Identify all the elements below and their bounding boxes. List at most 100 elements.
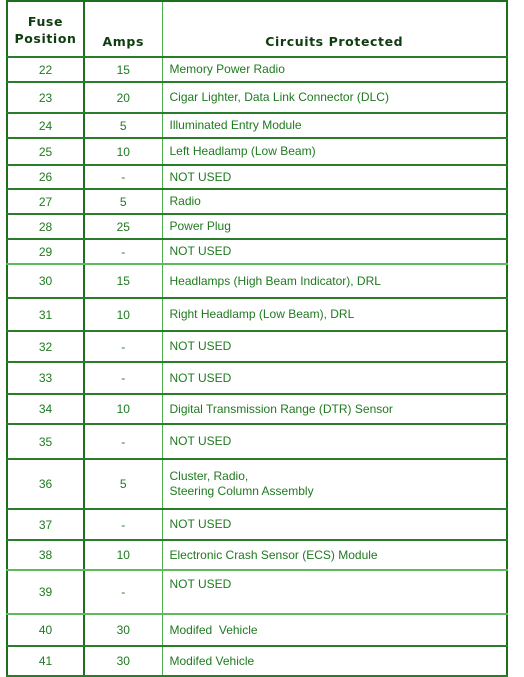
amps-cell: - [84, 165, 163, 190]
circuits-cell: Electronic Crash Sensor (ECS) Module [162, 540, 507, 571]
circuits-cell: NOT USED [162, 570, 507, 615]
fuse-row: 33- NOT USED [7, 362, 507, 395]
fuse-row: 41 30 Modifed Vehicle [7, 646, 507, 677]
header-position-label: Position [14, 31, 77, 46]
fuse-position-cell: 26 [7, 165, 85, 190]
circuit-line: Memory Power Radio [169, 62, 285, 76]
circuit-line: Cigar Lighter, Data Link Connector (DLC) [169, 90, 389, 104]
fuse-row: 24 5 Illuminated Entry Module [7, 113, 507, 139]
fuse-position-cell: 40 [7, 614, 85, 647]
fuse-position-cell: 37 [7, 509, 85, 541]
amps-cell: - [84, 509, 163, 541]
circuit-line: Digital Transmission Range (DTR) Sensor [169, 401, 393, 416]
circuits-cell: Modifed Vehicle [162, 646, 507, 677]
circuits-cell: Cluster, Radio, Steering Column Assembly [162, 459, 507, 510]
circuit-line: NOT USED [169, 370, 232, 385]
circuit-line: NOT USED [169, 517, 232, 531]
amps-cell: 15 [84, 264, 163, 299]
amps-cell: - [84, 239, 163, 265]
circuit-line: NOT USED [169, 434, 232, 448]
circuits-cell: Illuminated Entry Module [162, 113, 507, 139]
circuits-cell: Cigar Lighter, Data Link Connector (DLC) [162, 82, 507, 114]
fuse-row: 39- NOT USED [7, 570, 507, 615]
fuse-table: Fuse Position Amps Circuits Protected 22… [6, 0, 508, 677]
fuse-row: 40 30 Modifed Vehicle [7, 614, 507, 647]
circuits-cell: NOT USED [162, 331, 507, 363]
amps-cell: 10 [84, 394, 163, 425]
amps-cell: - [84, 570, 163, 615]
amps-cell: 25 [84, 214, 163, 240]
circuits-cell: NOT USED [162, 239, 507, 265]
amps-cell: 20 [84, 82, 163, 114]
amps-cell: 15 [84, 57, 163, 83]
fuse-position-cell: 38 [7, 540, 85, 571]
fuse-position-cell: 36 [7, 459, 85, 510]
circuit-line: Steering Column Assembly [169, 484, 314, 498]
circuits-cell: NOT USED [162, 362, 507, 395]
header-fuse-label: Fuse [27, 14, 64, 29]
fuse-position-cell: 39 [7, 570, 85, 615]
amps-cell: 5 [84, 189, 163, 215]
circuits-cell: NOT USED [162, 424, 507, 460]
fuse-position-cell: 23 [7, 82, 85, 114]
fuse-position-cell: 32 [7, 331, 85, 363]
fuse-position-cell: 41 [7, 646, 85, 677]
circuit-line: Power Plug [169, 219, 231, 233]
amps-cell: 30 [84, 646, 163, 677]
circuit-line: Left Headlamp (Low Beam) [169, 144, 316, 158]
fuse-position-cell: 27 [7, 189, 85, 215]
fuse-position-cell: 22 [7, 57, 85, 83]
circuits-cell: Modifed Vehicle [162, 614, 507, 647]
fuse-row: 27 5 Radio [7, 189, 507, 215]
circuit-line: Headlamps (High Beam Indicator), DRL [169, 273, 381, 288]
fuse-row: 22 15 Memory Power Radio [7, 57, 507, 83]
fuse-row: 28 25 Power Plug [7, 214, 507, 240]
circuits-cell: Left Headlamp (Low Beam) [162, 138, 507, 166]
header-fuse-position: Fuse Position [7, 1, 85, 58]
circuit-line: NOT USED [169, 339, 232, 353]
header-amps: Amps [84, 1, 163, 58]
amps-cell: - [84, 424, 163, 460]
fuse-row: 31 10 Right Headlamp (Low Beam), DRL [7, 298, 507, 332]
circuits-cell: Radio [162, 189, 507, 215]
amps-cell: - [84, 331, 163, 363]
fuse-position-cell: 29 [7, 239, 85, 265]
fuse-position-cell: 24 [7, 113, 85, 139]
circuits-cell: Right Headlamp (Low Beam), DRL [162, 298, 507, 332]
amps-cell: 30 [84, 614, 163, 647]
amps-cell: 10 [84, 298, 163, 332]
circuits-cell: NOT USED [162, 509, 507, 541]
circuits-cell: Digital Transmission Range (DTR) Sensor [162, 394, 507, 425]
header-circuits-protected: Circuits Protected [162, 1, 507, 58]
fuse-row: 35- NOT USED [7, 424, 507, 460]
circuit-line: Modifed Vehicle [169, 622, 258, 637]
circuit-line: Modifed Vehicle [169, 653, 255, 668]
fuse-position-cell: 35 [7, 424, 85, 460]
fuse-row: 37- NOT USED [7, 509, 507, 541]
circuit-line: NOT USED [169, 169, 232, 184]
circuit-line: Right Headlamp (Low Beam), DRL [169, 307, 355, 321]
amps-cell: 5 [84, 459, 163, 510]
fuse-position-cell: 33 [7, 362, 85, 395]
fuse-position-cell: 30 [7, 264, 85, 299]
fuse-rows: 22 15 Memory Power Radio 23 20 Cigar Lighter,… [7, 57, 507, 677]
amps-cell: - [84, 362, 163, 395]
circuit-line: Cluster, Radio, [169, 469, 249, 483]
header-row: Fuse Position Amps Circuits Protected [7, 1, 507, 58]
circuit-line: NOT USED [169, 244, 232, 258]
fuse-row: 23 20 Cigar Lighter, Data Link Connector (… [7, 82, 507, 114]
circuits-cell: Memory Power Radio [162, 57, 507, 83]
circuits-cell: NOT USED [162, 165, 507, 190]
fuse-position-cell: 34 [7, 394, 85, 425]
fuse-row: 26- NOT USED [7, 165, 507, 190]
amps-cell: 10 [84, 138, 163, 166]
amps-cell: 10 [84, 540, 163, 571]
fuse-row: 32- NOT USED [7, 331, 507, 363]
circuit-line: NOT USED [169, 577, 232, 591]
circuit-line: Illuminated Entry Module [169, 118, 302, 132]
fuse-position-cell: 28 [7, 214, 85, 240]
fuse-row: 34 10 Digital Transmission Range (DTR) Sen… [7, 394, 507, 425]
fuse-row: 29- NOT USED [7, 239, 507, 265]
fuse-row: 30 15 Headlamps (High Beam Indicator), DRL [7, 264, 507, 299]
circuits-cell: Power Plug [162, 214, 507, 240]
